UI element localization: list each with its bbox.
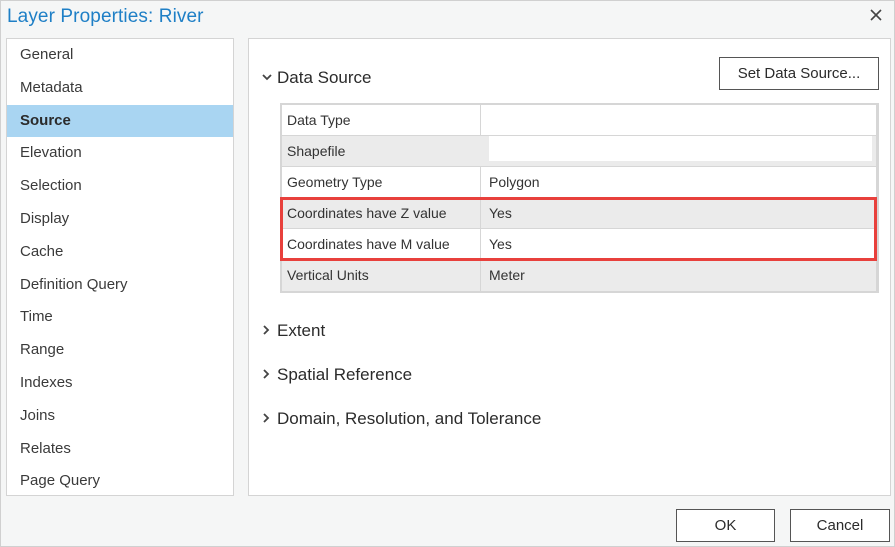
table-row: Shapefile (282, 136, 876, 167)
value-box (489, 136, 872, 161)
sidebar-item-page-query[interactable]: Page Query (7, 465, 233, 498)
layer-properties-dialog: Layer Properties: River General Metadata… (0, 0, 895, 547)
main-panel: Data Source Set Data Source... Data Type… (248, 38, 891, 496)
source-properties-grid: Data Type Shapefile Geometry Type Polygo… (280, 103, 879, 293)
close-button[interactable] (868, 7, 884, 23)
table-row: Coordinates have M value Yes (282, 229, 876, 260)
row-value: Yes (489, 205, 512, 221)
row-key: Shapefile (287, 143, 346, 159)
section-domain-resolution-tolerance[interactable]: Domain, Resolution, and Tolerance (261, 409, 541, 429)
set-data-source-button[interactable]: Set Data Source... (719, 57, 879, 90)
sidebar-item-cache[interactable]: Cache (7, 236, 233, 269)
section-spatial-reference[interactable]: Spatial Reference (261, 365, 412, 385)
chevron-right-icon (261, 368, 275, 383)
section-label: Data Source (277, 68, 372, 87)
chevron-right-icon (261, 324, 275, 339)
row-key: Data Type (282, 105, 481, 135)
row-key: Vertical Units (282, 260, 481, 291)
row-key: Coordinates have M value (282, 229, 481, 259)
dialog-title: Layer Properties: River (7, 6, 204, 27)
table-row: Data Type (282, 105, 876, 136)
cancel-button[interactable]: Cancel (790, 509, 890, 542)
sidebar-item-source[interactable]: Source (7, 104, 233, 138)
row-key: Coordinates have Z value (282, 198, 481, 228)
section-label: Domain, Resolution, and Tolerance (277, 409, 542, 428)
sidebar-item-display[interactable]: Display (7, 203, 233, 236)
chevron-right-icon (261, 412, 275, 427)
section-extent[interactable]: Extent (261, 321, 325, 341)
table-row: Coordinates have Z value Yes (282, 198, 876, 229)
section-data-source[interactable]: Data Source (261, 68, 372, 88)
table-row: Geometry Type Polygon (282, 167, 876, 198)
section-label: Spatial Reference (277, 365, 413, 384)
sidebar-item-time[interactable]: Time (7, 301, 233, 334)
sidebar-item-general[interactable]: General (7, 39, 233, 72)
row-value (481, 136, 876, 166)
ok-button[interactable]: OK (676, 509, 775, 542)
sidebar-item-metadata[interactable]: Metadata (7, 72, 233, 105)
close-icon (870, 9, 882, 21)
sidebar-item-relates[interactable]: Relates (7, 433, 233, 466)
sidebar: General Metadata Source Elevation Select… (6, 38, 234, 496)
section-label: Extent (277, 321, 326, 340)
row-key: Geometry Type (282, 167, 481, 197)
row-value: Yes (489, 236, 512, 252)
table-row: Vertical Units Meter (282, 260, 876, 291)
sidebar-item-selection[interactable]: Selection (7, 170, 233, 203)
row-value (481, 105, 876, 135)
sidebar-item-indexes[interactable]: Indexes (7, 367, 233, 400)
row-value: Polygon (489, 174, 540, 190)
row-value: Meter (489, 267, 525, 283)
sidebar-item-joins[interactable]: Joins (7, 400, 233, 433)
sidebar-item-range[interactable]: Range (7, 334, 233, 367)
sidebar-item-definition-query[interactable]: Definition Query (7, 269, 233, 302)
chevron-down-icon (261, 72, 275, 85)
sidebar-item-elevation[interactable]: Elevation (7, 137, 233, 170)
